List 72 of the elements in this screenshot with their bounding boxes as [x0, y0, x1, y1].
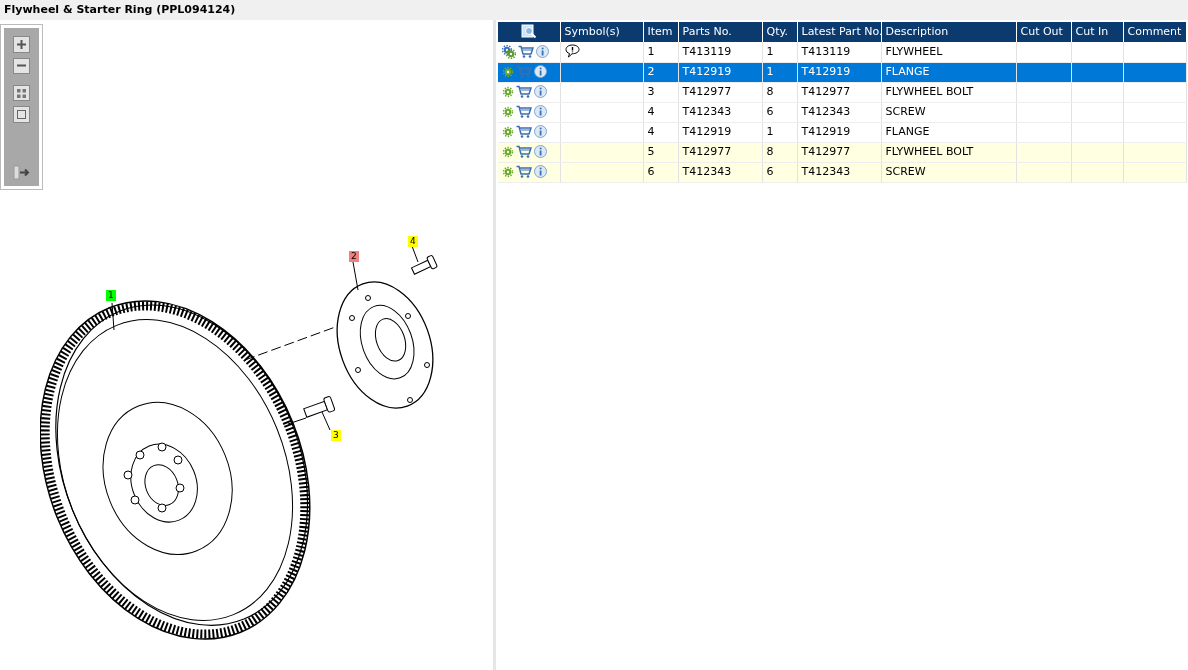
- header-cell[interactable]: [498, 22, 560, 42]
- table-cell: T413119: [797, 42, 881, 62]
- table-cell: 4: [643, 102, 678, 122]
- zoom-in-button[interactable]: [13, 36, 30, 53]
- panel-toggle-button[interactable]: [13, 164, 30, 181]
- gears-icon[interactable]: [502, 44, 516, 59]
- table-cell: 1: [762, 122, 797, 142]
- zoom-out-button[interactable]: [13, 57, 30, 74]
- table-cell: FLANGE: [881, 122, 1016, 142]
- table-cell: T412343: [678, 102, 762, 122]
- table-cell: T412343: [797, 102, 881, 122]
- info-icon[interactable]: [534, 125, 547, 139]
- gear-icon[interactable]: [502, 145, 514, 158]
- square-icon: [16, 109, 27, 121]
- gear-icon[interactable]: [502, 85, 514, 98]
- window-title: Flywheel & Starter Ring (PPL094124): [0, 0, 1188, 20]
- column-header[interactable]: Cut In: [1071, 22, 1123, 42]
- table-cell: FLYWHEEL BOLT: [881, 82, 1016, 102]
- table-row[interactable]: 3 T412977 8 T412977 FLYWHEEL BOLT: [498, 82, 1186, 102]
- gear-icon[interactable]: [502, 65, 514, 78]
- table-row[interactable]: 6 T412343 6 T412343 SCREW: [498, 162, 1186, 182]
- info-icon[interactable]: [534, 105, 547, 119]
- gear-icon[interactable]: [502, 125, 514, 138]
- table-cell: 1: [643, 42, 678, 62]
- table-cell: FLYWHEEL: [881, 42, 1016, 62]
- table-row[interactable]: 1 T413119 1 T413119 FLYWHEEL: [498, 42, 1186, 62]
- table-row[interactable]: 2 T412919 1 T412919 FLANGE: [498, 62, 1186, 82]
- table-cell: T413119: [678, 42, 762, 62]
- list-arrow-icon: [13, 165, 30, 181]
- column-header[interactable]: Cut Out: [1016, 22, 1071, 42]
- table-row[interactable]: 4 T412343 6 T412343 SCREW: [498, 102, 1186, 122]
- table-cell: T412977: [797, 82, 881, 102]
- callout-label[interactable]: 2: [349, 251, 359, 262]
- column-header[interactable]: Item: [643, 22, 678, 42]
- column-header[interactable]: Parts No.: [678, 22, 762, 42]
- info-icon[interactable]: [534, 165, 547, 179]
- callout-label[interactable]: 1: [106, 290, 116, 301]
- gear-icon[interactable]: [502, 165, 514, 178]
- table-row[interactable]: 4 T412919 1 T412919 FLANGE: [498, 122, 1186, 142]
- column-header[interactable]: Qty.: [762, 22, 797, 42]
- table-cell: T412977: [678, 82, 762, 102]
- cart-icon[interactable]: [516, 165, 532, 179]
- column-header[interactable]: Symbol(s): [560, 22, 643, 42]
- table-cell: 1: [762, 42, 797, 62]
- cart-icon[interactable]: [516, 105, 532, 119]
- table-cell: T412919: [797, 122, 881, 142]
- search-icon: [520, 24, 537, 40]
- info-icon[interactable]: [534, 145, 547, 159]
- table-cell: T412919: [678, 122, 762, 142]
- cart-icon[interactable]: [516, 125, 532, 139]
- fit-all-button[interactable]: [13, 84, 30, 102]
- cart-icon[interactable]: [516, 85, 532, 99]
- table-cell: 4: [643, 122, 678, 142]
- info-icon[interactable]: [534, 85, 547, 99]
- table-cell: 8: [762, 82, 797, 102]
- column-header[interactable]: Comment: [1123, 22, 1186, 42]
- info-icon[interactable]: [534, 65, 547, 79]
- table-cell: 6: [762, 102, 797, 122]
- table-row[interactable]: 5 T412977 8 T412977 FLYWHEEL BOLT: [498, 142, 1186, 162]
- column-header[interactable]: Description: [881, 22, 1016, 42]
- callout-label[interactable]: 4: [408, 236, 418, 247]
- grid-icon: [16, 87, 27, 99]
- column-header[interactable]: Latest Part No.: [797, 22, 881, 42]
- info-icon[interactable]: [536, 45, 549, 58]
- fit-window-button[interactable]: [13, 106, 30, 123]
- plus-icon: [16, 38, 27, 50]
- cart-icon[interactable]: [518, 45, 534, 58]
- callout-label[interactable]: 3: [331, 430, 341, 441]
- cart-icon[interactable]: [516, 145, 532, 159]
- table-cell: 3: [643, 82, 678, 102]
- table-cell: SCREW: [881, 102, 1016, 122]
- gear-icon[interactable]: [502, 105, 514, 118]
